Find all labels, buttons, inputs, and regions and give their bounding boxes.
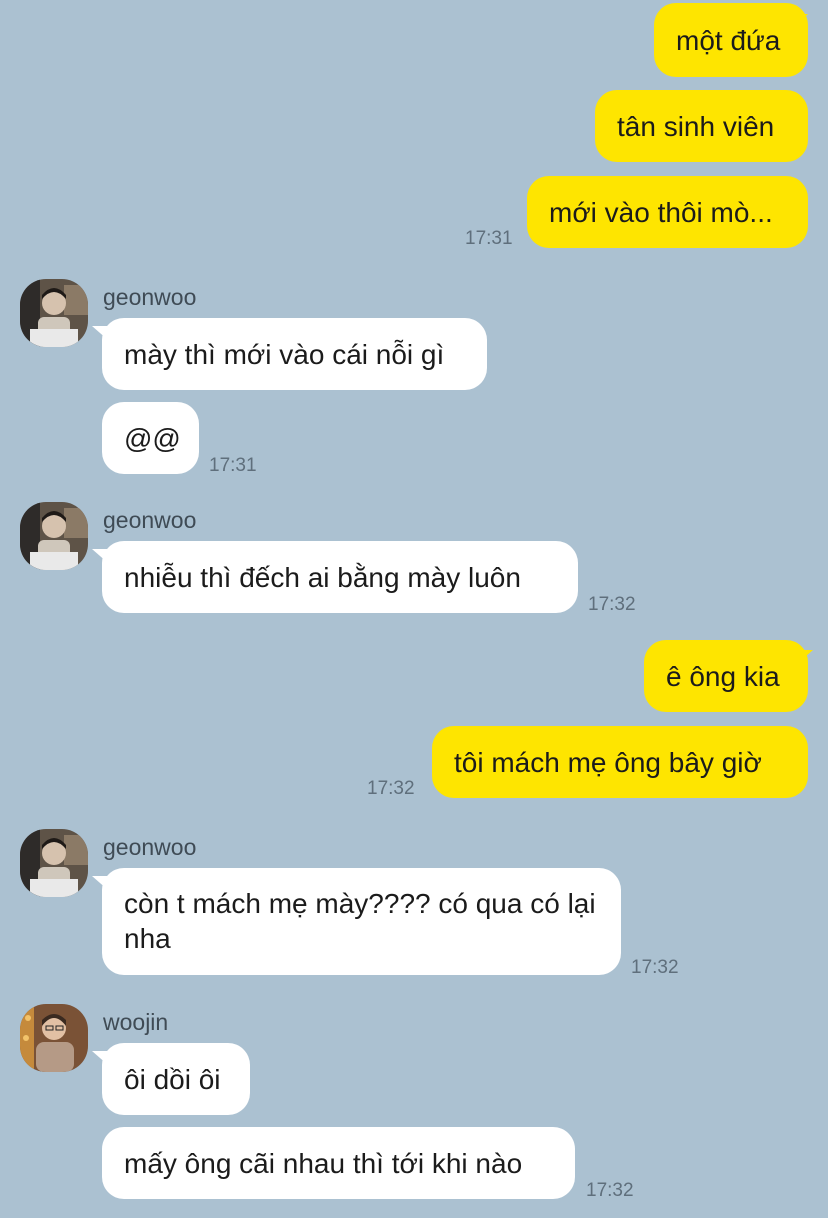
message-timestamp: 17:32: [586, 1180, 634, 1201]
message-timestamp: 17:32: [588, 594, 636, 615]
sent-message-bubble[interactable]: ê ông kia: [644, 640, 808, 712]
received-message-bubble[interactable]: ôi dồi ôi: [102, 1043, 250, 1115]
sent-message-bubble[interactable]: tôi mách mẹ ông bây giờ: [432, 726, 808, 798]
geonwoo-avatar-icon[interactable]: [20, 279, 88, 347]
message-timestamp: 17:31: [465, 228, 513, 249]
woojin-avatar-icon[interactable]: [20, 1004, 88, 1072]
sender-name: woojin: [103, 1009, 169, 1035]
received-message-bubble[interactable]: mày thì mới vào cái nỗi gì: [102, 318, 487, 390]
message-timestamp: 17:31: [209, 455, 257, 476]
message-timestamp: 17:32: [631, 957, 679, 978]
sent-message-bubble[interactable]: một đứa: [654, 3, 808, 77]
sent-message-bubble[interactable]: tân sinh viên: [595, 90, 808, 162]
sender-name: geonwoo: [103, 284, 197, 310]
sent-message-bubble[interactable]: mới vào thôi mò...: [527, 176, 808, 248]
received-message-bubble[interactable]: mấy ông cãi nhau thì tới khi nào: [102, 1127, 575, 1199]
message-timestamp: 17:32: [367, 778, 415, 799]
geonwoo-avatar-icon[interactable]: [20, 502, 88, 570]
sender-name: geonwoo: [103, 507, 197, 533]
received-message-bubble[interactable]: còn t mách mẹ mày???? có qua có lại nha: [102, 868, 621, 975]
received-message-bubble[interactable]: nhiễu thì đếch ai bằng mày luôn: [102, 541, 578, 613]
geonwoo-avatar-icon[interactable]: [20, 829, 88, 897]
received-message-bubble[interactable]: @@: [102, 402, 199, 474]
sender-name: geonwoo: [103, 834, 197, 860]
